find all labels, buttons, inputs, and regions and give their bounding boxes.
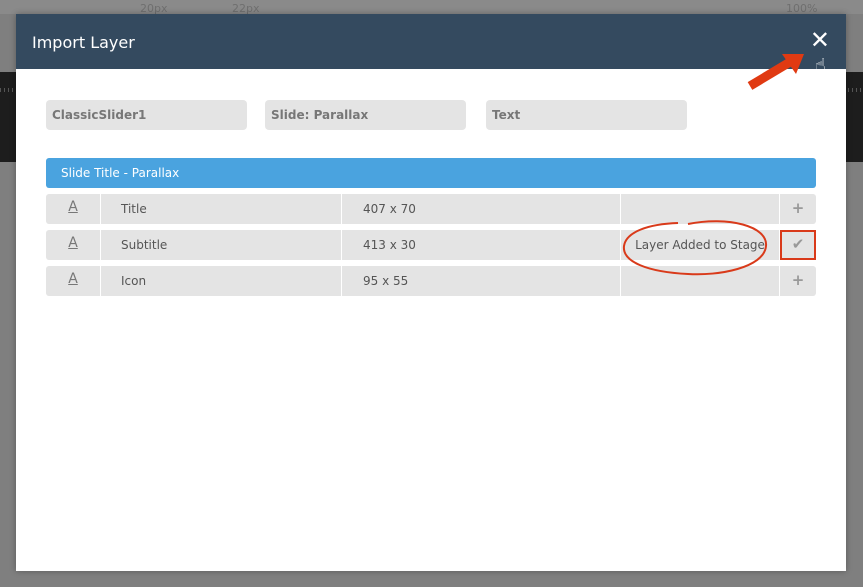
slide-group-header[interactable]: Slide Title - Parallax — [46, 158, 816, 188]
hand-cursor-icon: ☝ — [815, 55, 826, 76]
dialog-header: Import Layer ✕ — [16, 14, 846, 69]
add-layer-button[interactable]: + — [780, 194, 816, 224]
annotation-arrow-icon — [747, 54, 804, 90]
text-layer-icon: A — [46, 266, 101, 296]
slide-select[interactable]: Slide: Parallax — [265, 100, 466, 130]
layer-name: Icon — [101, 266, 342, 296]
layer-size: 413 x 30 — [342, 230, 621, 260]
text-layer-icon: A — [46, 230, 101, 260]
layer-size: 95 x 55 — [342, 266, 621, 296]
dialog-title: Import Layer — [32, 33, 135, 52]
layer-name: Subtitle — [101, 230, 342, 260]
slider-select[interactable]: ClassicSlider1 — [46, 100, 247, 130]
layer-added-check-button[interactable]: ✔ — [780, 230, 816, 260]
annotation-circle — [622, 220, 768, 276]
close-icon[interactable]: ✕ — [810, 28, 830, 52]
add-layer-button[interactable]: + — [780, 266, 816, 296]
background-toolbar: 20px 22px 100% — [0, 0, 863, 15]
import-layer-dialog: Import Layer ✕ ClassicSlider1 Slide: Par… — [16, 14, 846, 571]
layer-name: Title — [101, 194, 342, 224]
text-layer-icon: A — [46, 194, 101, 224]
layer-size: 407 x 70 — [342, 194, 621, 224]
layer-type-select[interactable]: Text — [486, 100, 687, 130]
